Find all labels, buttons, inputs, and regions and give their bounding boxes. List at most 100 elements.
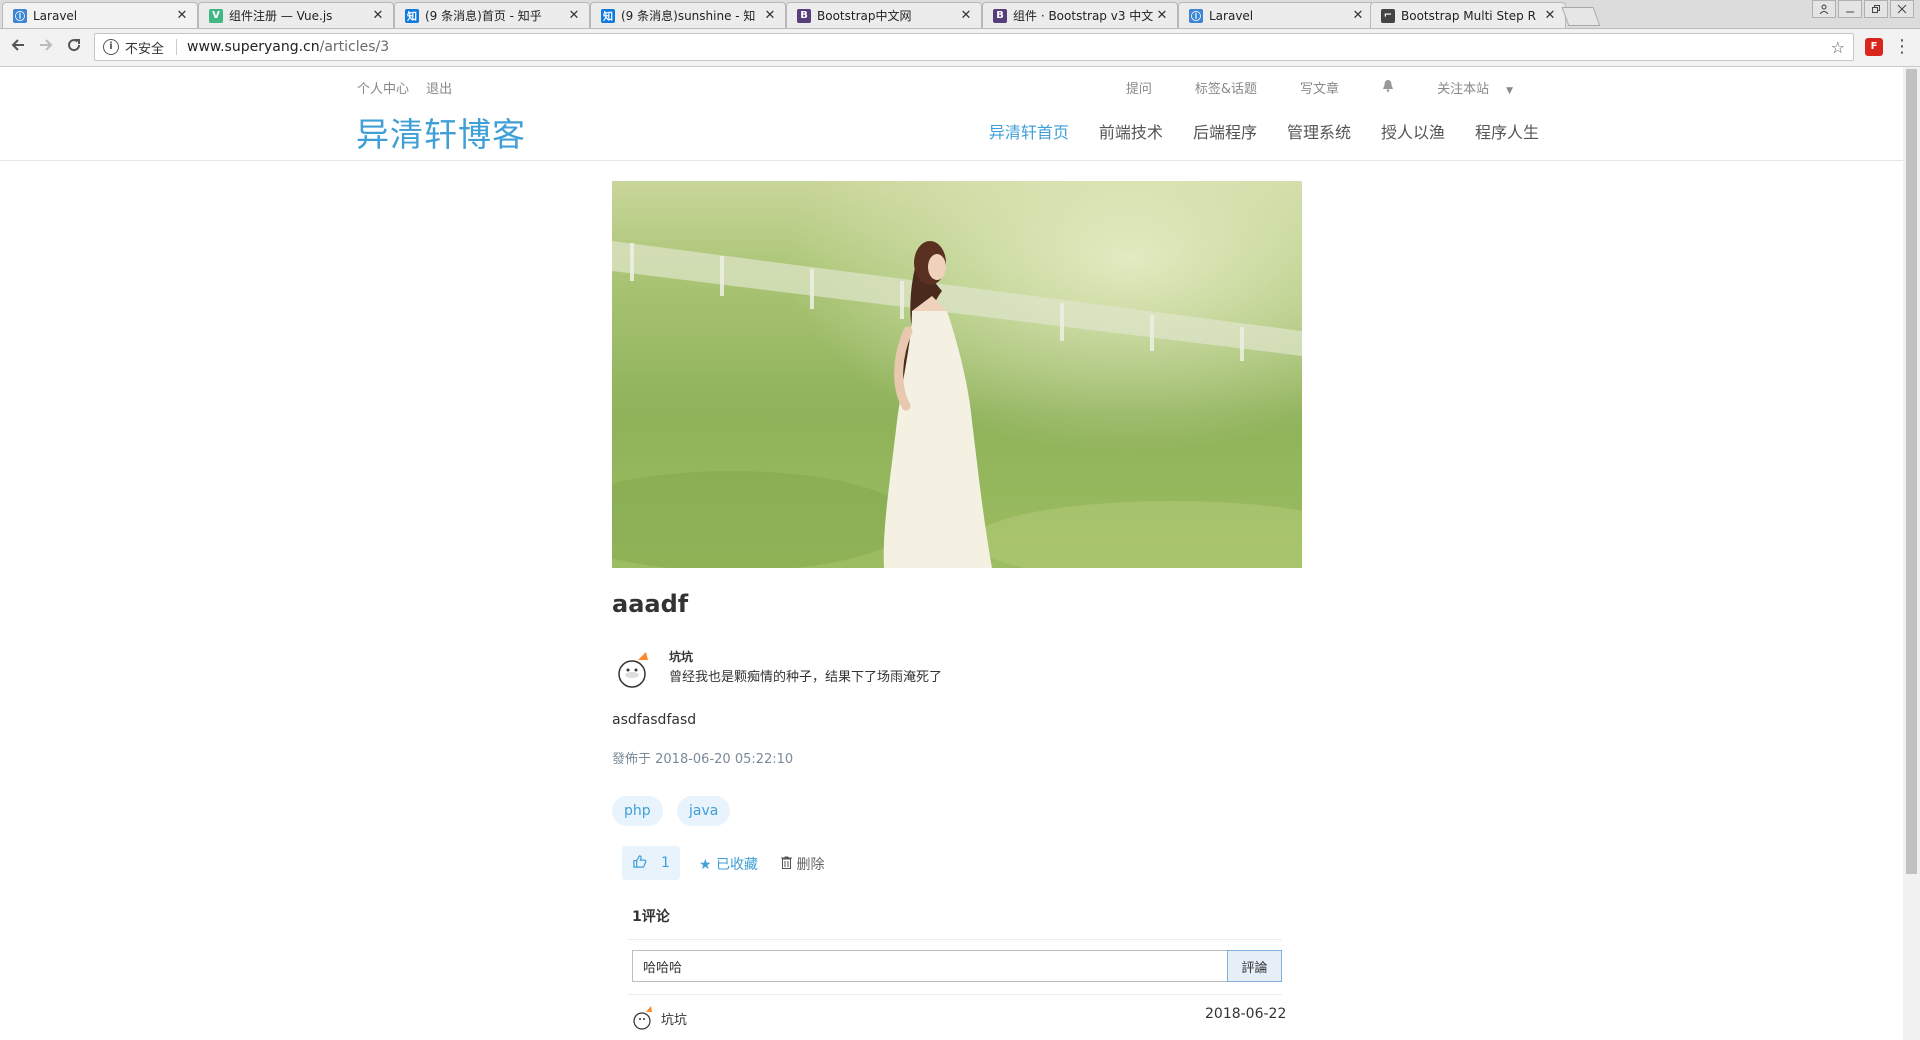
browser-tab[interactable]: B Bootstrap中文网 ✕: [786, 2, 982, 28]
site-actions: 提问 标签&话题 写文章 关注本站 ▼: [1096, 78, 1539, 97]
minimize-icon[interactable]: [1838, 0, 1862, 18]
comment-date: 2018-06-22: [1205, 1006, 1287, 1022]
url-path: /articles/3: [319, 39, 390, 55]
scrollbar-thumb[interactable]: [1906, 69, 1917, 874]
site-header: 个人中心 退出 提问 标签&话题 写文章 关注本站 ▼ 异清轩博客 异清轩首页 前…: [0, 67, 1903, 161]
page-scrollbar[interactable]: [1903, 67, 1920, 1040]
more-menu-icon[interactable]: ⋮: [1893, 36, 1911, 57]
browser-tab-strip: ⓛ Laravel ✕ V 组件注册 — Vue.js ✕ 知 (9 条消息)首…: [0, 0, 1920, 29]
like-count: 1: [661, 855, 670, 871]
tag-java[interactable]: java: [677, 796, 731, 826]
comment-author[interactable]: 坑坑: [661, 1009, 687, 1028]
article-body: asdfasdfasd: [612, 712, 697, 728]
back-arrow-icon[interactable]: [8, 37, 28, 57]
bootstrap-icon: B: [797, 8, 811, 23]
url-host: www.superyang.cn: [187, 39, 320, 55]
bell-icon[interactable]: [1382, 79, 1394, 96]
browser-tab[interactable]: 知 (9 条消息)首页 - 知乎 ✕: [394, 2, 590, 28]
follow-dropdown[interactable]: 关注本站 ▼: [1437, 78, 1526, 97]
forward-arrow-icon[interactable]: [36, 37, 56, 57]
github-icon: ⌐: [1381, 8, 1395, 23]
tab-title: Laravel: [33, 8, 78, 23]
zhihu-icon: 知: [405, 8, 419, 23]
tab-title: 组件注册 — Vue.js: [229, 9, 333, 23]
close-icon[interactable]: ✕: [175, 8, 189, 23]
nav-item-frontend[interactable]: 前端技术: [1099, 119, 1163, 143]
delete-label: 删除: [796, 857, 825, 873]
profile-icon[interactable]: [1812, 0, 1836, 18]
zhihu-icon: 知: [601, 8, 615, 23]
main-nav: 异清轩首页 前端技术 后端程序 管理系统 授人以渔 程序人生: [959, 119, 1539, 143]
delete-button[interactable]: 删除: [781, 854, 824, 874]
comment-submit-button[interactable]: 評論: [1227, 950, 1282, 982]
comment-input[interactable]: [632, 950, 1228, 982]
tab-title: Laravel: [1209, 8, 1254, 23]
logout-link[interactable]: 退出: [426, 82, 452, 97]
tab-title: (9 条消息)首页 - 知乎: [425, 9, 542, 23]
like-button[interactable]: 1: [622, 846, 680, 880]
nav-item-life[interactable]: 程序人生: [1475, 119, 1539, 143]
browser-tab[interactable]: V 组件注册 — Vue.js ✕: [198, 2, 394, 28]
close-icon[interactable]: ✕: [567, 8, 581, 23]
tag-php[interactable]: php: [612, 796, 663, 826]
tags-link[interactable]: 标签&话题: [1195, 78, 1257, 97]
ask-link[interactable]: 提问: [1126, 78, 1152, 97]
site-logo[interactable]: 异清轩博客: [356, 108, 526, 156]
vue-icon: V: [209, 8, 223, 23]
author-name[interactable]: 坑坑: [669, 648, 693, 665]
tab-title: (9 条消息)sunshine - 知: [621, 9, 756, 23]
divider: [628, 939, 1282, 940]
address-bar[interactable]: i 不安全 www.superyang.cn/articles/3 ☆: [94, 33, 1854, 61]
laravel-icon: ⓛ: [1189, 8, 1203, 23]
write-article-link[interactable]: 写文章: [1300, 78, 1339, 97]
user-links: 个人中心 退出: [357, 78, 465, 97]
nav-item-admin[interactable]: 管理系统: [1287, 119, 1351, 143]
browser-tab[interactable]: 知 (9 条消息)sunshine - 知 ✕: [590, 2, 786, 28]
close-icon[interactable]: ✕: [371, 8, 385, 23]
nav-item-home[interactable]: 异清轩首页: [989, 119, 1069, 143]
comments-count: 1评论: [632, 909, 670, 925]
follow-label: 关注本站: [1437, 82, 1490, 97]
profile-link[interactable]: 个人中心: [357, 82, 409, 97]
browser-tab[interactable]: ⓛ Laravel ✕: [2, 2, 198, 28]
window-close-icon[interactable]: [1890, 0, 1914, 18]
favorite-button[interactable]: ★ 已收藏: [699, 854, 758, 874]
restore-icon[interactable]: [1864, 0, 1888, 18]
divider: [628, 994, 1282, 995]
trash-icon: [781, 856, 796, 873]
author-bio: 曾经我也是颗痴情的种子，结果下了场雨淹死了: [669, 670, 943, 685]
commenter-avatar[interactable]: [632, 1004, 654, 1030]
nav-item-backend[interactable]: 后端程序: [1193, 119, 1257, 143]
favorite-label: 已收藏: [716, 857, 759, 873]
security-label[interactable]: 不安全: [125, 38, 164, 57]
author-avatar[interactable]: [612, 648, 654, 690]
close-icon[interactable]: ✕: [1155, 8, 1169, 23]
tab-title: Bootstrap中文网: [817, 9, 912, 23]
close-icon[interactable]: ✕: [763, 8, 777, 23]
browser-tab[interactable]: B 组件 · Bootstrap v3 中文 ✕: [982, 2, 1178, 28]
reload-icon[interactable]: [64, 37, 84, 57]
publish-date: 發佈于 2018-06-20 05:22:10: [612, 752, 794, 767]
close-icon[interactable]: ✕: [1543, 8, 1557, 23]
close-icon[interactable]: ✕: [1351, 8, 1365, 23]
tab-title: Bootstrap Multi Step R: [1401, 8, 1536, 23]
new-tab-button[interactable]: [1561, 7, 1601, 26]
close-icon[interactable]: ✕: [959, 8, 973, 23]
article-cover-image: [612, 181, 1302, 568]
browser-tab[interactable]: ⓛ Laravel ✕: [1178, 2, 1374, 28]
extension-icon[interactable]: F: [1865, 38, 1883, 56]
nav-item-tutorials[interactable]: 授人以渔: [1381, 119, 1445, 143]
info-icon[interactable]: i: [103, 39, 119, 55]
star-icon: ★: [699, 857, 712, 873]
divider: [176, 39, 178, 55]
bootstrap-icon: B: [993, 8, 1007, 23]
article-title: aaadf: [612, 590, 689, 618]
laravel-icon: ⓛ: [13, 8, 27, 23]
browser-tab[interactable]: ⌐ Bootstrap Multi Step R ✕: [1370, 2, 1566, 28]
thumbs-up-icon: [632, 854, 647, 873]
tab-title: 组件 · Bootstrap v3 中文: [1013, 9, 1154, 23]
bookmark-star-icon[interactable]: ☆: [1831, 38, 1845, 57]
browser-toolbar: i 不安全 www.superyang.cn/articles/3 ☆ F ⋮: [0, 29, 1920, 67]
window-controls: [1810, 0, 1914, 18]
caret-down-icon: ▼: [1506, 86, 1513, 96]
